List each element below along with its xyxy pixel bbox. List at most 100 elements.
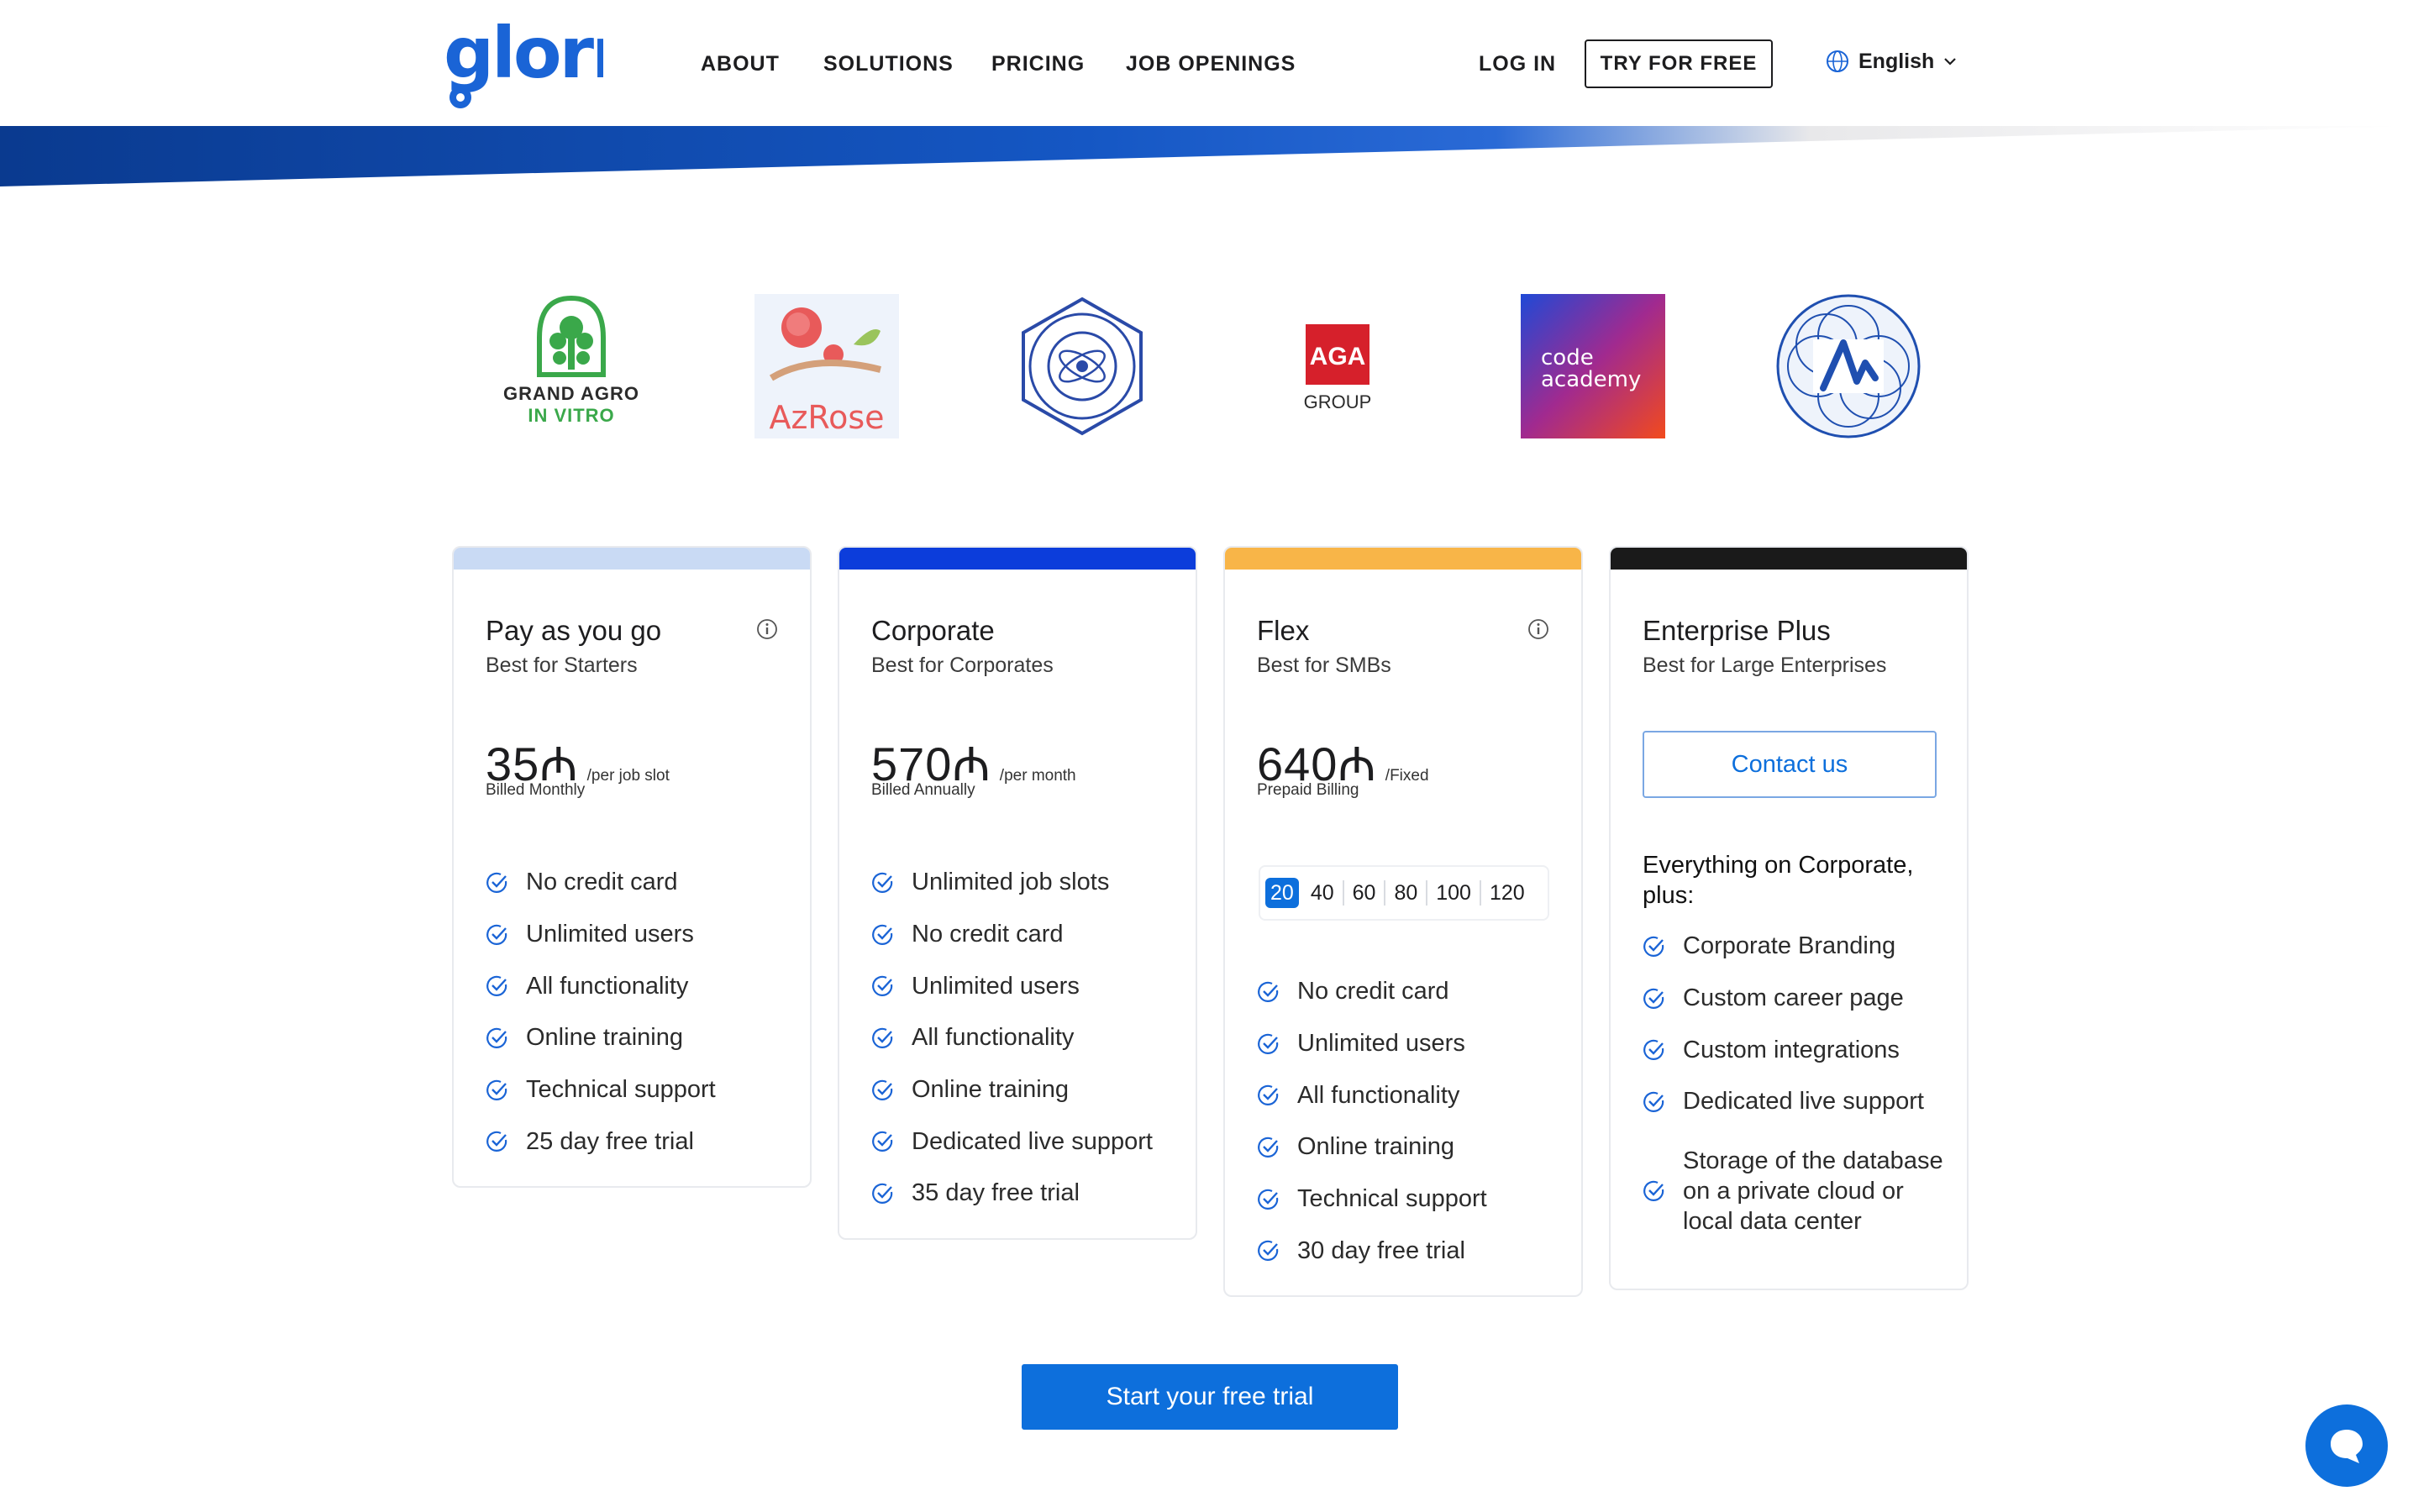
client-logo-atom-emblem — [1010, 294, 1154, 438]
feature-item: 35 day free trial — [871, 1168, 1153, 1220]
feature-item: 30 day free trial — [1257, 1225, 1487, 1277]
check-circle-icon — [872, 1079, 893, 1100]
client-logo-aga-group: AGA GROUP — [1265, 294, 1410, 438]
plan-card-enterprise-plus: Enterprise Plus Best for Large Enterpris… — [1609, 546, 1969, 1290]
info-icon[interactable] — [1527, 618, 1549, 640]
svg-text:GROUP: GROUP — [1304, 391, 1372, 412]
header-accent-band — [0, 126, 2413, 186]
plan-title: Corporate — [871, 615, 995, 646]
check-circle-icon — [872, 1027, 893, 1048]
feature-list: Corporate Branding Custom career page Cu… — [1643, 921, 1953, 1254]
slot-option[interactable]: 120 — [1481, 880, 1533, 906]
plan-subtitle: Best for Corporates — [871, 654, 1054, 677]
client-logo-code-academy: code academy — [1521, 294, 1665, 438]
check-circle-icon — [486, 872, 507, 893]
feature-item: Online training — [871, 1064, 1153, 1116]
check-circle-icon — [1258, 981, 1279, 1002]
nav-pricing[interactable]: PRICING — [991, 52, 1085, 77]
svg-text:academy: academy — [1541, 367, 1641, 392]
price-unit: /per month — [999, 767, 1076, 785]
contact-us-button[interactable]: Contact us — [1643, 731, 1937, 798]
billing-period: Prepaid Billing — [1257, 781, 1359, 799]
chevron-down-icon — [1944, 58, 1957, 66]
plan-subtitle: Best for Large Enterprises — [1643, 654, 1887, 677]
login-link[interactable]: LOG IN — [1479, 52, 1556, 76]
check-circle-icon — [872, 1183, 893, 1204]
feature-item: 25 day free trial — [486, 1116, 716, 1168]
svg-text:IN VITRO: IN VITRO — [528, 405, 614, 426]
plan-subtitle: Best for SMBs — [1257, 654, 1391, 677]
features-heading: Everything on Corporate, plus: — [1643, 852, 1914, 909]
plan-card-pay-as-you-go: Pay as you go Best for Starters 35₼ /per… — [452, 546, 812, 1188]
feature-item: Unlimited users — [871, 960, 1153, 1012]
feature-item: Online training — [1257, 1121, 1487, 1173]
feature-item: No credit card — [871, 909, 1153, 961]
plan-color-bar — [1225, 548, 1581, 570]
feature-item: Corporate Branding — [1643, 921, 1953, 973]
feature-list: No credit card Unlimited users All funct… — [1257, 966, 1487, 1277]
feature-list: No credit card Unlimited users All funct… — [486, 857, 716, 1168]
plan-card-corporate: Corporate Best for Corporates 570₼ /per … — [838, 546, 1197, 1240]
check-circle-icon — [1258, 1189, 1279, 1210]
check-circle-icon — [486, 976, 507, 997]
info-icon[interactable] — [756, 618, 778, 640]
feature-item: Online training — [486, 1012, 716, 1064]
check-circle-icon — [1643, 1091, 1664, 1112]
language-selector[interactable]: English — [1825, 49, 1958, 74]
check-circle-icon — [1258, 1241, 1279, 1262]
feature-item: Dedicated live support — [1643, 1076, 1953, 1128]
slot-option[interactable]: 40 — [1302, 880, 1344, 906]
try-for-free-button[interactable]: TRY FOR FREE — [1585, 39, 1773, 88]
check-circle-icon — [486, 1131, 507, 1152]
slot-option[interactable]: 100 — [1427, 880, 1481, 906]
feature-item: Technical support — [1257, 1173, 1487, 1226]
job-slot-selector: 20 40 60 80 100 120 — [1259, 865, 1549, 921]
chat-widget-button[interactable] — [2305, 1404, 2388, 1487]
check-circle-icon — [872, 976, 893, 997]
feature-item: Technical support — [486, 1064, 716, 1116]
check-circle-icon — [486, 1079, 507, 1100]
svg-text:glorri: glorri — [444, 18, 603, 94]
feature-item: Unlimited users — [486, 909, 716, 961]
feature-item: All functionality — [486, 960, 716, 1012]
check-circle-icon — [872, 924, 893, 945]
nav-solutions[interactable]: SOLUTIONS — [823, 52, 954, 77]
plan-title: Enterprise Plus — [1643, 615, 1831, 646]
check-circle-icon — [1643, 988, 1664, 1009]
slot-option-selected[interactable]: 20 — [1265, 878, 1299, 908]
check-circle-icon — [486, 1027, 507, 1048]
check-circle-icon — [872, 872, 893, 893]
glorri-logo[interactable]: glorri — [444, 18, 603, 111]
plan-color-bar — [454, 548, 810, 570]
svg-text:GRAND AGRO: GRAND AGRO — [503, 383, 639, 404]
plan-subtitle: Best for Starters — [486, 654, 638, 677]
price-unit: /Fixed — [1385, 767, 1429, 785]
price-unit: /per job slot — [586, 767, 670, 785]
client-logo-azrose: AzRose — [754, 294, 899, 438]
feature-item: Unlimited job slots — [871, 857, 1153, 909]
slot-option[interactable]: 60 — [1344, 880, 1386, 906]
feature-item: Storage of the database on a private clo… — [1643, 1128, 1953, 1254]
check-circle-icon — [872, 1131, 893, 1152]
feature-item: All functionality — [871, 1012, 1153, 1064]
slot-option[interactable]: 80 — [1385, 880, 1428, 906]
feature-item: All functionality — [1257, 1069, 1487, 1121]
svg-text:AGA: AGA — [1310, 343, 1366, 370]
client-logo-grand-agro: GRAND AGRO IN VITRO — [499, 294, 644, 438]
billing-period: Billed Monthly — [486, 781, 586, 799]
language-label: English — [1858, 49, 1935, 73]
feature-item: No credit card — [486, 857, 716, 909]
feature-item: Custom career page — [1643, 973, 1953, 1025]
start-free-trial-button[interactable]: Start your free trial — [1022, 1364, 1398, 1430]
svg-text:AzRose: AzRose — [769, 399, 884, 436]
billing-period: Billed Annually — [871, 781, 975, 799]
feature-item: Dedicated live support — [871, 1116, 1153, 1168]
globe-icon — [1827, 50, 1848, 72]
plan-card-flex: Flex Best for SMBs 640₼ /Fixed Prepaid B… — [1223, 546, 1583, 1297]
plan-color-bar — [839, 548, 1196, 570]
nav-job-openings[interactable]: JOB OPENINGS — [1126, 52, 1296, 77]
check-circle-icon — [1258, 1085, 1279, 1106]
feature-list: Unlimited job slots No credit card Unlim… — [871, 857, 1153, 1220]
check-circle-icon — [1258, 1033, 1279, 1054]
nav-about[interactable]: ABOUT — [701, 52, 780, 77]
